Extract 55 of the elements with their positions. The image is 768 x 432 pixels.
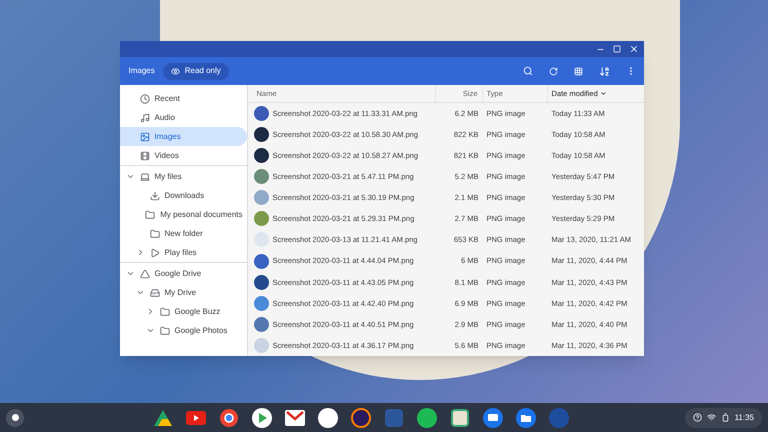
read-only-badge: Read only <box>162 62 229 80</box>
help-icon <box>692 413 702 422</box>
ring-app-icon[interactable] <box>219 408 240 428</box>
download-icon <box>150 190 160 200</box>
chevron-down-icon[interactable] <box>136 288 144 297</box>
video-app-icon[interactable] <box>186 410 206 424</box>
chevron-down-icon[interactable] <box>146 326 154 335</box>
grid-view-icon[interactable] <box>574 66 582 76</box>
maximize-icon[interactable] <box>612 45 620 53</box>
clock-icon <box>140 94 150 104</box>
folder-icon <box>145 210 156 220</box>
status-tray[interactable]: 11:35 <box>684 408 762 428</box>
round-app-icon[interactable] <box>351 408 372 428</box>
film-icon <box>140 150 150 160</box>
image-icon <box>140 132 150 142</box>
folder-icon <box>160 326 170 336</box>
search-icon[interactable] <box>522 66 532 76</box>
play-app-icon[interactable] <box>252 408 272 428</box>
launcher-icon[interactable] <box>6 408 24 426</box>
mail-app-icon[interactable] <box>285 410 306 426</box>
chevron-down-icon[interactable] <box>126 269 134 278</box>
sidebar-item[interactable]: My files <box>120 167 246 186</box>
sort-icon[interactable] <box>598 66 610 76</box>
tile-app-icon[interactable] <box>451 408 470 426</box>
music-icon <box>140 112 150 122</box>
folder-app-icon[interactable] <box>516 408 536 428</box>
triangle-app-icon[interactable] <box>153 408 174 426</box>
sidebar-item[interactable]: Videos <box>120 146 246 165</box>
sidebar-item[interactable]: My Drive <box>120 283 246 302</box>
drive-icon <box>150 288 160 298</box>
battery-icon <box>720 413 730 422</box>
sidebar-item[interactable]: New folder <box>120 224 246 243</box>
triangle-icon <box>140 268 150 278</box>
sidebar-item[interactable]: Google Photos <box>120 321 246 340</box>
wifi-icon <box>706 413 716 422</box>
sidebar-item[interactable]: Play files <box>120 243 246 262</box>
sidebar-item[interactable]: My pesonal documents <box>120 205 246 224</box>
laptop-icon <box>140 172 150 182</box>
sidebar-item[interactable]: Google Buzz <box>120 302 246 321</box>
sidebar-item[interactable]: Recent <box>120 89 246 108</box>
clock-time: 11:35 <box>734 412 754 424</box>
chevron-down-icon[interactable] <box>126 172 134 181</box>
breadcrumb[interactable]: Images <box>128 65 155 77</box>
sidebar-item[interactable]: Downloads <box>120 186 246 205</box>
sidebar-item[interactable]: Audio <box>120 108 246 127</box>
refresh-icon[interactable] <box>548 66 558 76</box>
chat-app-icon[interactable] <box>483 408 504 428</box>
sidebar-item[interactable]: Google Drive <box>120 264 246 283</box>
folder-icon <box>150 228 160 238</box>
round-app-icon[interactable] <box>318 408 338 428</box>
sidebar-item[interactable]: Images <box>120 127 246 146</box>
play-icon <box>150 248 160 258</box>
close-icon[interactable] <box>628 44 638 54</box>
folder-icon <box>160 306 170 316</box>
eye-icon <box>170 66 180 76</box>
